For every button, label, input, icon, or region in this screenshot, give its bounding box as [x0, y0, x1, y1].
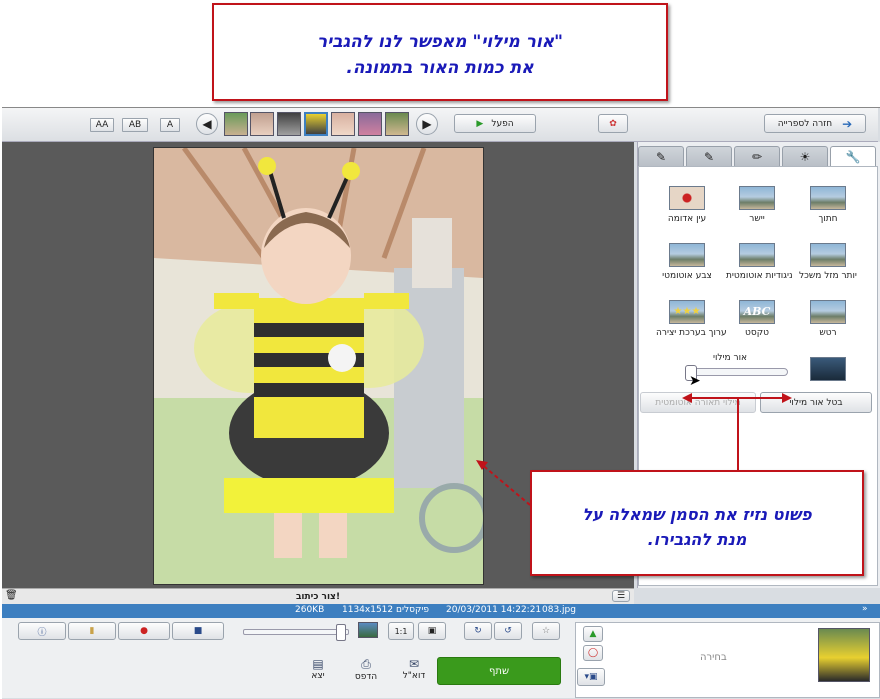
caption-bar[interactable]: צור כיתוב!: [2, 588, 634, 605]
selection-label: בחירה: [700, 652, 727, 663]
hold-button[interactable]: ▲: [583, 626, 603, 642]
printer-icon: ⎙: [361, 657, 371, 671]
zoom-landscape-icon[interactable]: [358, 622, 378, 638]
envelope-icon: ✉: [408, 657, 420, 671]
info-button[interactable]: ⓘ: [18, 622, 66, 640]
export-button[interactable]: ▤ יצא: [302, 657, 334, 681]
email-label: דוא"ל: [402, 671, 426, 681]
info-size: 260KB: [295, 605, 325, 615]
add-to-album-button[interactable]: ▾▣: [577, 668, 605, 686]
fit-to-screen-button[interactable]: ▣: [418, 622, 446, 640]
rotate-left-button[interactable]: ↺: [494, 622, 522, 640]
person-icon: ■: [193, 626, 203, 636]
actual-size-button[interactable]: 1:1: [388, 622, 414, 640]
info-dimensions: 1134x1512 פיקסלים: [342, 605, 429, 615]
selected-photo-thumb[interactable]: [818, 628, 870, 682]
clear-button[interactable]: ◯: [583, 645, 603, 661]
bottom-callout-line1: פשוט נזיז את הסמן שמאלה על: [582, 505, 812, 524]
people-button[interactable]: ■: [172, 622, 224, 640]
export-label: יצא: [311, 671, 325, 681]
info-datetime: 20/03/2011 14:22:21: [446, 605, 542, 615]
star-icon: ☆: [541, 626, 551, 636]
share-button[interactable]: שתף: [437, 657, 561, 685]
tag-icon: ▮: [89, 626, 95, 636]
pin-green-icon: ▲: [589, 629, 597, 639]
email-button[interactable]: ✉ דוא"ל: [398, 657, 430, 681]
info-filename: 083.jpg: [542, 605, 576, 615]
album-icon: ▾▣: [584, 672, 598, 682]
bottom-callout: פשוט נזיז את הסמן שמאלה על מנת להגבירו.: [530, 470, 864, 576]
photo-info-bar: 260KB 1134x1512 פיקסלים 20/03/2011 14:22…: [2, 604, 880, 618]
caption-edit-button[interactable]: ☰: [612, 590, 630, 602]
clear-red-icon: ◯: [587, 648, 599, 658]
star-button[interactable]: ☆: [532, 622, 560, 640]
tags-button[interactable]: ▮: [68, 622, 116, 640]
print-label: הדפס: [354, 672, 378, 682]
caption-text[interactable]: צור כיתוב!: [296, 592, 340, 602]
zoom-slider[interactable]: [243, 624, 349, 641]
info-icon: ⓘ: [37, 627, 47, 638]
folder-export-icon: ▤: [312, 657, 324, 671]
zoom-slider-handle[interactable]: [336, 624, 346, 641]
expand-tray-icon[interactable]: »: [862, 604, 868, 614]
rotate-right-icon: ↻: [474, 626, 482, 636]
map-pin-icon: ●: [140, 626, 148, 636]
trash-icon[interactable]: 🗑: [5, 590, 18, 601]
geotag-button[interactable]: ●: [118, 622, 170, 640]
rotate-left-icon: ↺: [504, 626, 512, 636]
print-button[interactable]: ⎙ הדפס: [350, 657, 382, 682]
rotate-right-button[interactable]: ↻: [464, 622, 492, 640]
bottom-callout-line2: מנת להגבירו.: [647, 530, 747, 549]
